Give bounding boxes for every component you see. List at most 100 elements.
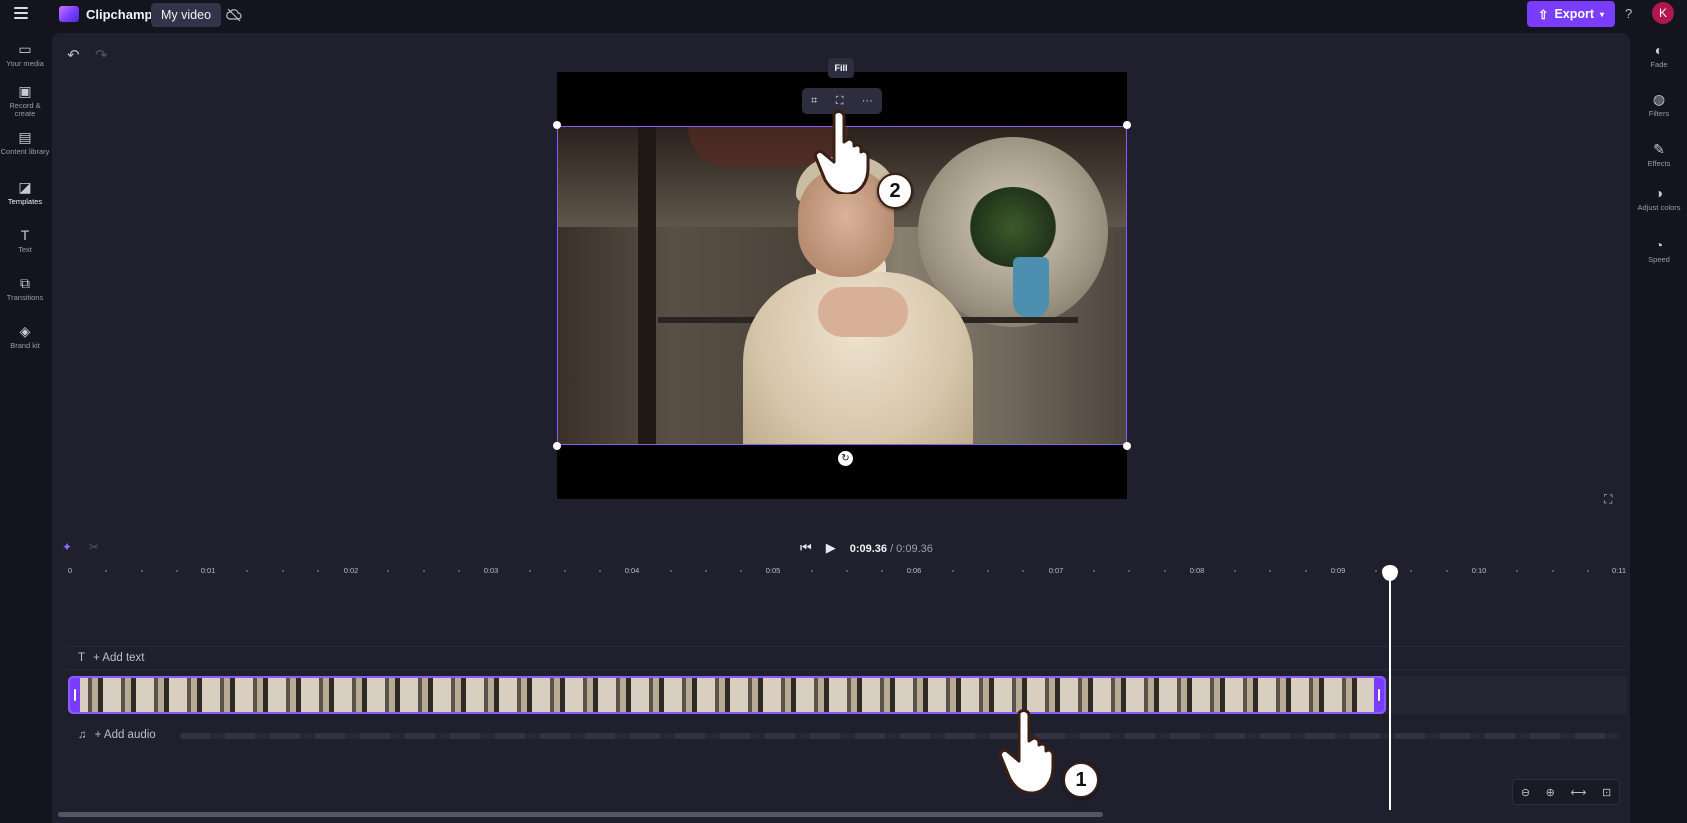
transitions-icon: ⧉ (20, 275, 30, 291)
ruler-tick-mark (846, 570, 849, 572)
property-fade[interactable]: ◐ Fade (1634, 43, 1684, 69)
ruler-tick-mark (599, 570, 602, 572)
total-time: / 0:09.36 (887, 543, 933, 555)
text-icon: T (78, 652, 86, 664)
chevron-down-icon: ▾ (1600, 9, 1605, 19)
sidebar-item-label: Brand kit (10, 341, 40, 350)
sidebar-item-templates[interactable]: ◪ Templates (0, 180, 50, 206)
undo-icon[interactable]: ↶ (67, 46, 80, 64)
playhead[interactable] (1389, 565, 1391, 810)
text-track[interactable]: T + Add text (66, 646, 1627, 670)
clip-trim-handle-left[interactable] (70, 678, 80, 712)
cloud-off-icon[interactable] (226, 7, 242, 23)
property-adjust-colors[interactable]: ◑ Adjust colors (1634, 186, 1684, 212)
sidebar-item-label: Record & create (9, 101, 41, 118)
fullscreen-icon[interactable]: ⛶ (1604, 492, 1612, 507)
ruler-tick-mark (1410, 570, 1413, 572)
ruler-tick-mark (1092, 570, 1095, 572)
project-title[interactable]: My video (151, 3, 222, 27)
ruler-tick-mark (704, 570, 707, 572)
sidebar-item-content-library[interactable]: ▤ Content library (0, 130, 50, 156)
property-effects[interactable]: ✎ Effects (1634, 142, 1684, 168)
skip-back-icon[interactable]: ⏮ (800, 540, 812, 556)
step-1-badge: 1 (1063, 762, 1099, 798)
export-button[interactable]: ⇧ Export ▾ (1527, 1, 1615, 27)
resize-handle-tl[interactable] (553, 121, 561, 129)
ruler-tick-mark (987, 570, 990, 572)
ruler-tick-mark (281, 570, 284, 572)
ruler-tick-mark (1269, 570, 1272, 572)
ruler-tick-mark (1163, 570, 1166, 572)
ruler-tick-mark (810, 570, 813, 572)
crop-icon[interactable]: ⌗ (811, 95, 817, 108)
property-filters[interactable]: ◍ Filters (1634, 92, 1684, 118)
ruler-tick-mark (387, 570, 390, 572)
zoom-in-icon[interactable]: ⊕ (1546, 786, 1555, 799)
hand-cursor-icon (814, 110, 870, 194)
add-audio-button[interactable]: + Add audio (95, 729, 156, 741)
ruler-tick-mark (669, 570, 672, 572)
menu-icon[interactable] (14, 7, 28, 19)
clip-trim-handle-right[interactable] (1374, 678, 1384, 712)
library-icon: ▤ (18, 129, 32, 145)
add-text-button[interactable]: + Add text (93, 652, 144, 664)
play-icon[interactable]: ▶ (826, 540, 836, 556)
sidebar-item-label: Text (18, 245, 32, 254)
resize-handle-tr[interactable] (1123, 121, 1131, 129)
help-icon[interactable]: ? (1625, 6, 1632, 21)
sidebar-item-label: Templates (7, 197, 43, 206)
property-speed[interactable]: ◔ Speed (1634, 238, 1684, 264)
ruler-tick-mark (1304, 570, 1307, 572)
property-label: Speed (1648, 255, 1670, 264)
ruler-tick-mark (881, 570, 884, 572)
magic-icon[interactable]: ✦ (62, 540, 72, 554)
top-bar: Clipchamp My video ⇧ Export ▾ ? K (0, 0, 1687, 30)
ruler-tick-mark (1375, 570, 1378, 572)
ruler-tick-mark (1234, 570, 1237, 572)
resize-handle-bl[interactable] (553, 442, 561, 450)
audio-track[interactable]: ♫ + Add audio (66, 723, 1627, 747)
brand-kit-icon: ◈ (19, 323, 31, 339)
fit-width-icon[interactable]: ⟷ (1571, 786, 1587, 799)
templates-icon: ◪ (18, 179, 32, 195)
clipchamp-app: Clipchamp My video ⇧ Export ▾ ? K ▭ Your… (0, 0, 1687, 823)
more-icon[interactable]: ··· (862, 95, 873, 107)
adjust-colors-icon: ◑ (1654, 185, 1664, 201)
fill-icon[interactable]: ⛶ (836, 95, 844, 108)
sidebar-item-label: Content library (0, 147, 50, 156)
zoom-out-icon[interactable]: ⊖ (1521, 786, 1530, 799)
redo-icon[interactable]: ↷ (95, 46, 108, 64)
video-clip[interactable] (68, 676, 1386, 714)
horizontal-scrollbar[interactable] (58, 812, 1103, 817)
split-icon[interactable]: ✂ (89, 540, 99, 554)
sidebar-item-record[interactable]: ▣ Record & create (0, 84, 50, 118)
ruler-tick-mark (740, 570, 743, 572)
app-name: Clipchamp (86, 6, 153, 22)
sidebar-item-transitions[interactable]: ⧉ Transitions (0, 276, 50, 302)
property-label: Fade (1650, 60, 1668, 69)
avatar[interactable]: K (1652, 2, 1674, 24)
fit-timeline-icon[interactable]: ⊡ (1602, 786, 1611, 799)
ruler-tick-mark (951, 570, 954, 572)
ruler-tick-mark (1516, 570, 1519, 572)
property-label: Filters (1648, 109, 1670, 118)
ruler-tick-mark (1022, 570, 1025, 572)
sidebar-item-your-media[interactable]: ▭ Your media (0, 42, 50, 68)
rotate-icon[interactable]: ↻ (838, 451, 853, 466)
transport-controls: ⏮ ▶ 0:09.36 / 0:09.36 (800, 539, 933, 557)
music-icon: ♫ (78, 729, 87, 741)
ruler-tick-mark (105, 570, 108, 572)
sidebar-item-text[interactable]: T Text (0, 228, 50, 254)
property-label: Adjust colors (1637, 203, 1681, 212)
current-time: 0:09.36 (849, 543, 888, 555)
sidebar-item-brand-kit[interactable]: ◈ Brand kit (0, 324, 50, 350)
ruler-tick-mark (140, 570, 143, 572)
ruler-tick-label: 0:01 (200, 566, 216, 575)
property-label: Effects (1647, 159, 1671, 168)
clipchamp-logo-icon (59, 6, 79, 22)
resize-handle-br[interactable] (1123, 442, 1131, 450)
ruler-tick-label: 0:05 (765, 566, 781, 575)
speed-icon: ◔ (1654, 237, 1664, 253)
ruler-tick-label: 0:07 (1048, 566, 1064, 575)
ruler-tick-label: 0:09 (1330, 566, 1346, 575)
